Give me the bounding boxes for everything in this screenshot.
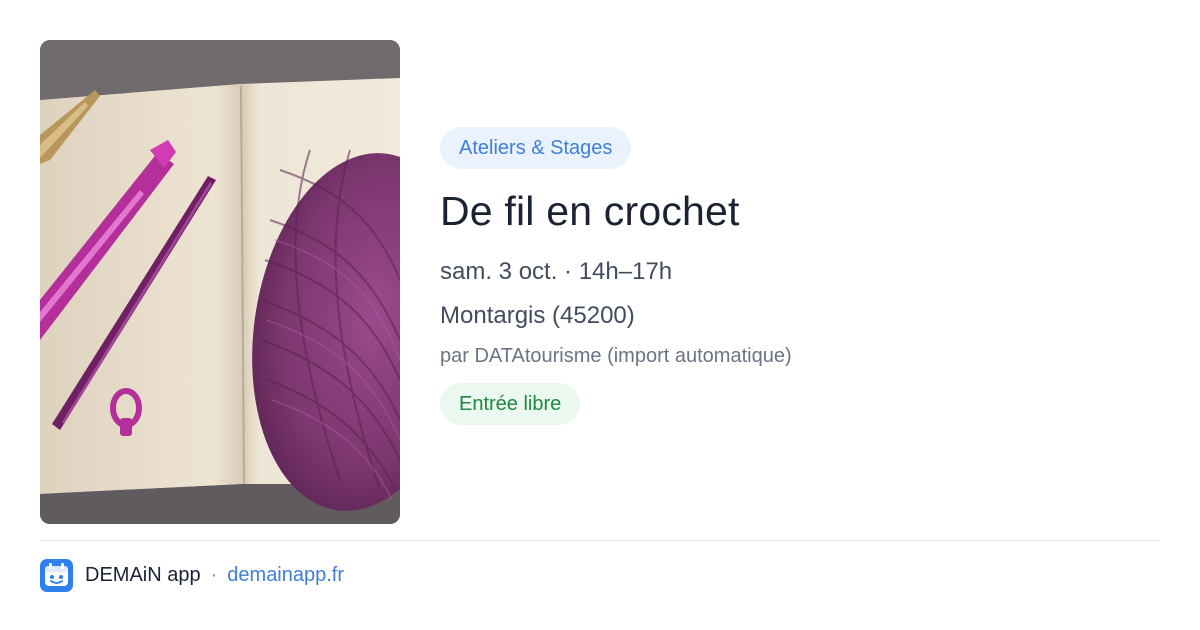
event-image [40, 40, 400, 524]
category-badge[interactable]: Ateliers & Stages [440, 127, 632, 169]
event-details: Ateliers & Stages De fil en crochet sam.… [440, 127, 1160, 425]
footer-divider [40, 540, 1160, 541]
footer: DEMAiN app · demainapp.fr [40, 558, 344, 592]
app-name: DEMAiN app [85, 563, 201, 586]
app-website-link[interactable]: demainapp.fr [227, 564, 344, 587]
price-badge: Entrée libre [440, 383, 581, 425]
event-source: par DATAtourisme (import automatique) [440, 345, 792, 367]
event-title: De fil en crochet [440, 188, 740, 234]
app-logo-icon [40, 558, 73, 592]
event-datetime: sam. 3 oct. · 14h–17h [440, 258, 673, 285]
footer-separator: · [210, 563, 218, 586]
event-location: Montargis (45200) [440, 302, 635, 329]
